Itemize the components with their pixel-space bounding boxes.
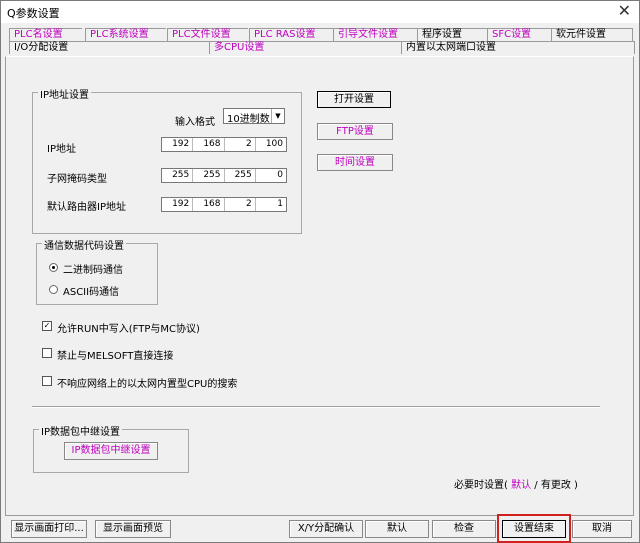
default-button[interactable]: 默认 [365, 520, 429, 538]
highlight-box [497, 514, 571, 543]
when-needed-suffix: ) [574, 480, 578, 491]
window-title: Q参数设置 [7, 7, 60, 20]
gateway-octet[interactable]: 168 [193, 198, 225, 211]
tab-multi-cpu[interactable]: 多CPU设置 [209, 41, 402, 54]
ip-octet[interactable]: 168 [193, 138, 225, 151]
tab-plc-ras[interactable]: PLC RAS设置 [249, 28, 334, 41]
tab-content-panel: IP地址设置 输入格式 10进制数 ▼ IP地址 192 168 2 100 子… [5, 56, 634, 516]
forbid-melsoft-label: 禁止与MELSOFT直接连接 [57, 351, 174, 362]
no-search-checkbox[interactable] [42, 376, 52, 386]
parameter-window: Q参数设置 ✕ PLC名设置 PLC系统设置 PLC文件设置 PLC RAS设置… [0, 0, 640, 543]
ip-octet[interactable]: 2 [225, 138, 256, 151]
ip-octet[interactable]: 100 [256, 138, 286, 151]
tab-plc-name[interactable]: PLC名设置 [9, 28, 82, 41]
check-button[interactable]: 检查 [432, 520, 496, 538]
subnet-octet[interactable]: 0 [256, 169, 286, 182]
subnet-octet[interactable]: 255 [193, 169, 225, 182]
binary-radio[interactable] [49, 263, 58, 272]
ip-label: IP地址 [47, 144, 76, 155]
ip-address-group: IP地址设置 输入格式 10进制数 ▼ IP地址 192 168 2 100 子… [32, 86, 302, 234]
ascii-radio[interactable] [49, 285, 58, 294]
tab-sfc[interactable]: SFC设置 [487, 28, 552, 41]
tab-row-2: I/O分配设置 多CPU设置 内置以太网端口设置 [5, 41, 635, 54]
tab-boot-file[interactable]: 引导文件设置 [333, 28, 418, 41]
gateway-input[interactable]: 192 168 2 1 [161, 197, 287, 212]
input-format-label: 输入格式 [175, 117, 215, 128]
tab-row-1: PLC名设置 PLC系统设置 PLC文件设置 PLC RAS设置 引导文件设置 … [5, 28, 635, 41]
allow-run-write-checkbox[interactable]: ✓ [42, 321, 52, 331]
xy-assign-confirm-button[interactable]: X/Y分配确认 [289, 520, 363, 538]
subnet-octet[interactable]: 255 [225, 169, 256, 182]
open-settings-button[interactable]: 打开设置 [317, 91, 391, 108]
tab-plc-file[interactable]: PLC文件设置 [167, 28, 248, 41]
binary-label: 二进制码通信 [63, 265, 123, 276]
subnet-octet[interactable]: 255 [162, 169, 194, 182]
title-bar: Q参数设置 ✕ [1, 1, 639, 23]
forbid-melsoft-checkbox[interactable] [42, 348, 52, 358]
gateway-label: 默认路由器IP地址 [47, 202, 126, 213]
ip-group-title: IP地址设置 [38, 86, 91, 101]
gateway-octet[interactable]: 192 [162, 198, 194, 211]
ip-address-input[interactable]: 192 168 2 100 [161, 137, 287, 152]
chevron-down-icon[interactable]: ▼ [271, 109, 284, 123]
ip-relay-group: IP数据包中继设置 IP数据包中继设置 [33, 423, 189, 473]
when-needed-prefix: 必要时设置( [454, 480, 508, 491]
gateway-octet[interactable]: 2 [225, 198, 256, 211]
input-format-select[interactable]: 10进制数 ▼ [223, 108, 285, 125]
tab-device[interactable]: 软元件设置 [551, 28, 633, 41]
tab-io-assign[interactable]: I/O分配设置 [9, 41, 210, 54]
tab-plc-system[interactable]: PLC系统设置 [85, 28, 166, 41]
when-needed-legend: 必要时设置( 默认 / 有更改 ) [454, 476, 578, 491]
comm-code-title: 通信数据代码设置 [42, 237, 126, 252]
close-icon[interactable]: ✕ [618, 3, 631, 19]
comm-code-group: 通信数据代码设置 二进制码通信 ASCII码通信 [36, 237, 158, 305]
ascii-label: ASCII码通信 [63, 287, 120, 298]
time-settings-button[interactable]: 时间设置 [317, 154, 393, 171]
changed-legend: 有更改 [540, 480, 571, 491]
ip-relay-title: IP数据包中继设置 [39, 423, 122, 438]
allow-run-write-label: 允许RUN中写入(FTP与MC协议) [57, 324, 200, 335]
separator [32, 406, 600, 408]
print-screen-button[interactable]: 显示画面打印... [11, 520, 87, 538]
no-search-label: 不响应网络上的以太网内置型CPU的搜索 [57, 379, 238, 390]
ip-octet[interactable]: 192 [162, 138, 194, 151]
tab-builtin-ethernet[interactable]: 内置以太网端口设置 [401, 41, 635, 54]
ip-relay-settings-button[interactable]: IP数据包中继设置 [64, 442, 158, 460]
tab-program[interactable]: 程序设置 [417, 28, 488, 41]
gateway-octet[interactable]: 1 [256, 198, 286, 211]
subnet-mask-input[interactable]: 255 255 255 0 [161, 168, 287, 183]
legend-slash: / [534, 480, 538, 491]
subnet-label: 子网掩码类型 [47, 174, 107, 185]
input-format-value: 10进制数 [227, 114, 270, 125]
ftp-settings-button[interactable]: FTP设置 [317, 123, 393, 140]
cancel-button[interactable]: 取消 [572, 520, 632, 538]
default-legend: 默认 [511, 480, 532, 491]
preview-screen-button[interactable]: 显示画面预览 [95, 520, 171, 538]
